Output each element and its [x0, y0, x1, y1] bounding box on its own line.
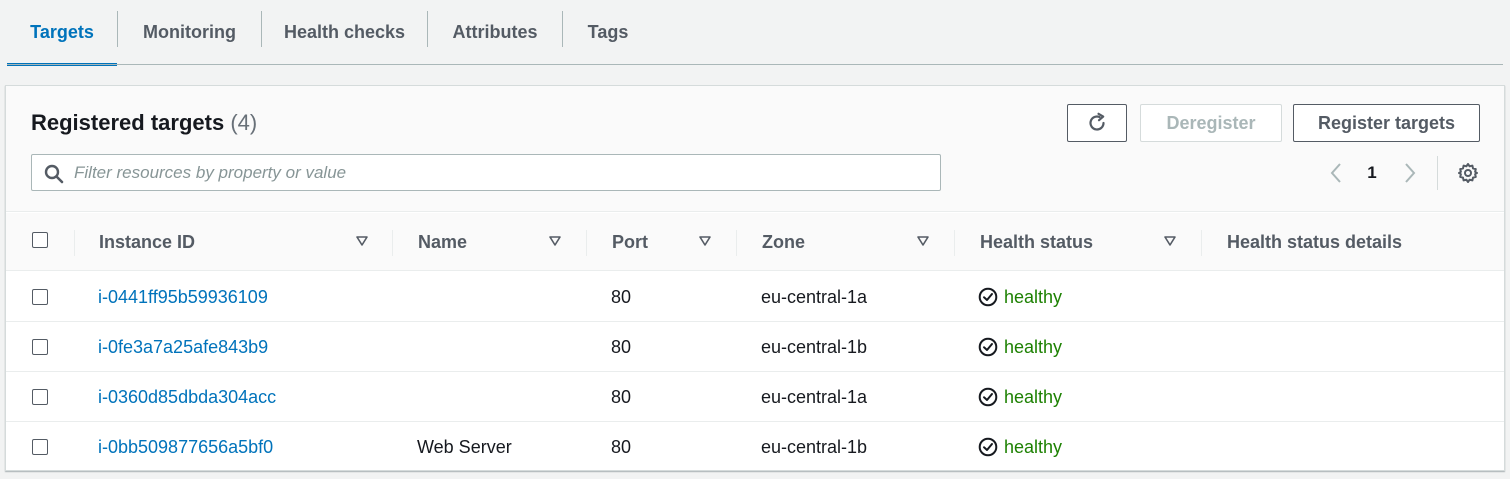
chevron-right-icon: [1405, 163, 1416, 183]
search-icon: [44, 164, 64, 184]
health-status-cell: healthy: [978, 372, 1062, 422]
zone-cell: eu-central-1a: [761, 386, 868, 407]
column-label: Instance ID: [99, 231, 196, 252]
sort-icon[interactable]: [356, 236, 368, 246]
register-targets-button[interactable]: Register targets: [1293, 104, 1480, 142]
health-status-text: healthy: [1004, 386, 1063, 407]
instance-id-link[interactable]: i-0360d85dbda304acc: [98, 372, 276, 422]
panel-title-text: Registered targets: [31, 110, 225, 135]
tab-label: Monitoring: [143, 21, 236, 42]
port-cell: 80: [611, 286, 632, 307]
pager-divider: [1437, 156, 1438, 190]
column-label: Port: [612, 231, 648, 252]
zone-cell: eu-central-1b: [761, 336, 868, 357]
table-row[interactable]: i-0360d85dbda304acc 80 eu-central-1a hea…: [6, 372, 1504, 422]
panel-title: Registered targets (4): [31, 110, 257, 136]
preferences-button[interactable]: [1455, 158, 1481, 188]
tab-label: Targets: [30, 21, 94, 42]
select-all-checkbox[interactable]: [32, 232, 48, 248]
row-checkbox[interactable]: [32, 389, 48, 405]
health-status-text: healthy: [1004, 286, 1063, 307]
row-checkbox[interactable]: [32, 439, 48, 455]
next-page-button[interactable]: [1398, 158, 1422, 188]
page-number-text: 1: [1367, 163, 1377, 182]
column-divider: [586, 230, 587, 256]
filter-box[interactable]: [31, 154, 941, 191]
column-header-name[interactable]: Name: [418, 213, 467, 271]
instance-id-link[interactable]: i-0441ff95b59936109: [98, 272, 268, 322]
column-header-zone[interactable]: Zone: [762, 213, 805, 271]
deregister-label: Deregister: [1166, 112, 1256, 133]
refresh-icon: [1089, 112, 1105, 131]
refresh-button[interactable]: [1067, 104, 1127, 142]
sort-icon[interactable]: [699, 236, 711, 246]
filter-input[interactable]: [74, 155, 934, 190]
column-label: Name: [418, 231, 468, 252]
row-checkbox[interactable]: [32, 289, 48, 305]
health-status-cell: healthy: [978, 272, 1062, 322]
deregister-button[interactable]: Deregister: [1140, 104, 1282, 142]
gear-icon: [1458, 163, 1478, 183]
instance-id-link[interactable]: i-0fe3a7a25afe843b9: [98, 322, 268, 372]
column-header-port[interactable]: Port: [612, 213, 648, 271]
column-label: Zone: [762, 231, 805, 252]
column-divider: [736, 230, 737, 256]
health-status-cell: healthy: [978, 422, 1062, 472]
port-cell: 80: [611, 436, 632, 457]
column-divider: [1201, 230, 1202, 256]
sort-icon[interactable]: [549, 236, 561, 246]
zone-cell: eu-central-1b: [761, 436, 868, 457]
previous-page-button[interactable]: [1324, 158, 1348, 188]
column-header-health-status[interactable]: Health status: [980, 213, 1093, 271]
table-row[interactable]: i-0bb509877656a5bf0 Web Server 80 eu-cen…: [6, 422, 1504, 472]
target-count: (4): [230, 110, 258, 135]
name-cell: Web Server: [417, 436, 512, 457]
tab-bar: Targets Monitoring Health checks Attribu…: [0, 0, 1510, 66]
check-circle-icon: [978, 287, 998, 307]
column-divider: [74, 230, 75, 256]
chevron-left-icon: [1330, 163, 1341, 183]
instance-id-link[interactable]: i-0bb509877656a5bf0: [98, 422, 273, 472]
tab-label: Attributes: [452, 21, 538, 42]
table-row[interactable]: i-0441ff95b59936109 80 eu-central-1a hea…: [6, 272, 1504, 322]
health-status-text: healthy: [1004, 436, 1063, 457]
health-status-cell: healthy: [978, 322, 1062, 372]
tab-monitoring[interactable]: Monitoring: [118, 0, 261, 64]
table-header: Instance ID Name Port Zone Health status…: [6, 213, 1504, 271]
tab-underline: [7, 64, 1503, 65]
table-row[interactable]: i-0fe3a7a25afe843b9 80 eu-central-1b hea…: [6, 322, 1504, 372]
check-circle-icon: [978, 387, 998, 407]
tab-targets[interactable]: Targets: [7, 0, 117, 66]
zone-cell: eu-central-1a: [761, 286, 868, 307]
check-circle-icon: [978, 437, 998, 457]
register-label: Register targets: [1317, 112, 1456, 133]
tab-label: Health checks: [283, 21, 406, 42]
column-header-instance-id[interactable]: Instance ID: [99, 213, 195, 271]
page-number[interactable]: 1: [1360, 158, 1384, 188]
column-label: Health status details: [1227, 231, 1403, 252]
sort-icon[interactable]: [917, 236, 929, 246]
column-label: Health status: [980, 231, 1094, 252]
sort-icon[interactable]: [1164, 236, 1176, 246]
tab-tags[interactable]: Tags: [563, 0, 653, 64]
row-checkbox[interactable]: [32, 339, 48, 355]
registered-targets-panel: Registered targets (4) Deregister Regist…: [5, 85, 1505, 471]
column-divider: [954, 230, 955, 256]
tab-attributes[interactable]: Attributes: [428, 0, 562, 64]
port-cell: 80: [611, 386, 632, 407]
health-status-text: healthy: [1004, 336, 1063, 357]
tab-label: Tags: [587, 21, 629, 42]
port-cell: 80: [611, 336, 632, 357]
column-header-health-status-details: Health status details: [1227, 213, 1402, 271]
check-circle-icon: [978, 337, 998, 357]
tab-health-checks[interactable]: Health checks: [262, 0, 427, 64]
column-divider: [392, 230, 393, 256]
panel-header: Registered targets (4) Deregister Regist…: [6, 86, 1504, 212]
